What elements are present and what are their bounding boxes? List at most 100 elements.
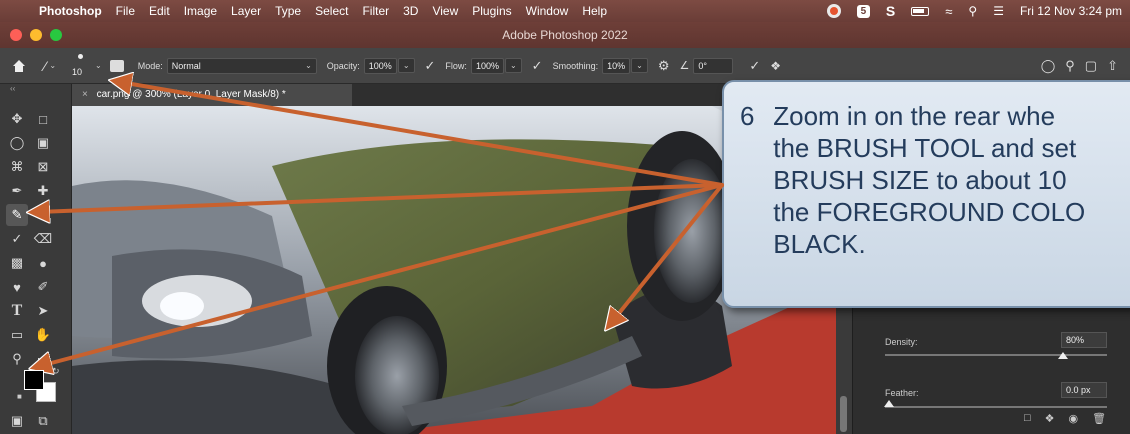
feather-slider-thumb[interactable] [884, 400, 894, 407]
brush-angle-group: ∠ 0° [679, 57, 734, 74]
path-selection-tool-icon[interactable]: ➤ [32, 300, 54, 322]
search-icon[interactable]: ⚲ [1065, 58, 1075, 74]
symmetry-icon[interactable]: ❖ [770, 59, 781, 73]
clock[interactable]: Fri 12 Nov 3:24 pm [1020, 4, 1122, 18]
scrollbar-thumb[interactable] [840, 396, 847, 432]
wifi-icon[interactable]: ≈ [945, 4, 952, 19]
opacity-group: Opacity: 100% ⌄ [327, 57, 415, 74]
collapse-panel-icon[interactable]: ‹‹ [10, 84, 15, 93]
user-icon[interactable]: ◯ [1041, 58, 1056, 74]
menu-type[interactable]: Type [275, 4, 301, 18]
type-tool-icon[interactable]: T [6, 300, 28, 322]
workspace-icon[interactable]: ▢ [1085, 58, 1097, 74]
creative-cloud-icon[interactable] [826, 4, 841, 18]
opacity-field[interactable]: 100% [363, 57, 397, 74]
menu-plugins[interactable]: Plugins [472, 4, 511, 18]
flow-field[interactable]: 100% [470, 57, 504, 74]
angle-field[interactable]: 0° [693, 57, 734, 74]
apple-icon[interactable] [14, 4, 27, 18]
document-tab[interactable]: × car.png @ 300% (Layer 0, Layer Mask/8)… [72, 84, 352, 106]
feather-slider-track[interactable] [885, 406, 1107, 408]
menu-help[interactable]: Help [582, 4, 607, 18]
brush-preset-picker[interactable]: 10 [70, 51, 92, 81]
smoothing-field[interactable]: 10% [602, 57, 631, 74]
battery-icon[interactable] [911, 6, 930, 16]
more-tools-icon[interactable]: ⋯ [32, 348, 54, 370]
rectangle-tool-icon[interactable]: ▭ [6, 324, 28, 346]
menu-app-photoshop[interactable]: Photoshop [39, 4, 102, 18]
density-field[interactable]: 80% [1061, 332, 1107, 348]
feather-value: 0.0 px [1066, 385, 1091, 395]
menu-edit[interactable]: Edit [149, 4, 170, 18]
pressure-opacity-icon[interactable]: ✓ [425, 58, 436, 74]
brush-tip-icon [78, 53, 84, 59]
default-colors-icon[interactable]: ■ [17, 392, 22, 401]
brush-settings-panel-icon[interactable] [109, 59, 124, 72]
spotlight-search-icon[interactable]: ⚲ [968, 4, 977, 18]
dodge-tool-icon[interactable]: ♥ [6, 276, 28, 298]
menu-bar: Photoshop File Edit Image Layer Type Sel… [0, 0, 1130, 22]
clone-stamp-tool-icon[interactable]: ♟ [32, 204, 54, 226]
marquee-tool-icon[interactable]: □ [32, 108, 54, 130]
close-tab-icon[interactable]: × [82, 89, 88, 100]
crop-tool-icon[interactable]: ⌘ [6, 156, 28, 178]
options-right-group: ◯ ⚲ ▢ ⇧ [1031, 58, 1118, 74]
brush-tool-icon[interactable]: ✎ [6, 204, 28, 226]
menu-image[interactable]: Image [184, 4, 217, 18]
eyedropper-tool-icon[interactable]: ✒ [6, 180, 28, 202]
move-tool-icon[interactable]: ✥ [6, 108, 28, 130]
pen-tool-icon[interactable]: ✐ [32, 276, 54, 298]
smoothing-options-gear-icon[interactable]: ⚙ [658, 58, 670, 74]
share-icon[interactable]: ⇧ [1107, 58, 1118, 74]
fullscreen-window-button[interactable] [50, 29, 62, 41]
menu-window[interactable]: Window [526, 4, 569, 18]
airbrush-icon[interactable]: ✓ [532, 58, 543, 74]
object-select-tool-icon[interactable]: ▣ [32, 132, 54, 154]
panel-footer-icons: □ ❖ ◉ 🗑 [1024, 412, 1120, 425]
feather-field[interactable]: 0.0 px [1061, 382, 1107, 398]
menu-view[interactable]: View [432, 4, 458, 18]
menu-layer[interactable]: Layer [231, 4, 261, 18]
delete-mask-icon[interactable]: 🗑 [1092, 412, 1106, 425]
flow-dropdown[interactable]: ⌄ [504, 58, 522, 73]
toggle-mask-visibility-icon[interactable]: ◉ [1069, 412, 1079, 425]
frame-tool-icon[interactable]: ⊠ [32, 156, 54, 178]
window-title: Adobe Photoshop 2022 [502, 28, 628, 42]
hand-tool-icon[interactable]: ✋ [32, 324, 54, 346]
load-selection-icon[interactable]: □ [1024, 412, 1031, 425]
control-center-icon[interactable]: ☰ [993, 4, 1004, 18]
mode-select[interactable]: Normal ⌄ [166, 57, 317, 74]
quick-mask-icon[interactable]: ▣ [6, 410, 28, 432]
notification-app-icon[interactable]: 5 [856, 4, 870, 18]
brush-picker-chevron-icon[interactable]: ⌄ [95, 61, 102, 70]
menu-3d[interactable]: 3D [403, 4, 418, 18]
options-bar: ⁄ ⌄ 10 ⌄ Mode: Normal ⌄ Opacity: 100% ⌄ ✓ … [0, 48, 1130, 84]
zoom-tool-icon[interactable]: ⚲ [6, 348, 28, 370]
menu-select[interactable]: Select [315, 4, 348, 18]
gradient-tool-icon[interactable]: ▩ [6, 252, 28, 274]
instruction-callout: 6 Zoom in on the rear whe the BRUSH TOOL… [722, 80, 1130, 308]
close-window-button[interactable] [10, 29, 22, 41]
swap-colors-icon[interactable]: ↻ [52, 366, 60, 377]
menu-file[interactable]: File [116, 4, 135, 18]
apply-mask-icon[interactable]: ❖ [1045, 412, 1055, 425]
window-title-bar: Adobe Photoshop 2022 [0, 22, 1130, 48]
tool-preset-picker[interactable]: ⁄ ⌄ [44, 58, 56, 74]
foreground-color-swatch[interactable] [24, 370, 44, 390]
blur-tool-icon[interactable]: ● [32, 252, 54, 274]
app-s-icon[interactable]: S [886, 3, 895, 19]
menu-filter[interactable]: Filter [362, 4, 389, 18]
screen-mode-icon[interactable]: ⧉ [32, 410, 54, 432]
opacity-dropdown[interactable]: ⌄ [397, 58, 415, 73]
eraser-tool-icon[interactable]: ⌫ [32, 228, 54, 250]
minimize-window-button[interactable] [30, 29, 42, 41]
density-slider-thumb[interactable] [1057, 352, 1068, 359]
lasso-tool-icon[interactable]: ◯ [6, 132, 28, 154]
healing-brush-tool-icon[interactable]: ✚ [32, 180, 54, 202]
density-slider-track[interactable] [885, 354, 1107, 356]
callout-line: Zoom in on the rear whe [773, 101, 1056, 131]
history-brush-tool-icon[interactable]: ✓ [6, 228, 28, 250]
smoothing-dropdown[interactable]: ⌄ [631, 58, 648, 73]
home-icon[interactable] [12, 59, 26, 72]
pressure-size-icon[interactable]: ✓ [749, 58, 760, 74]
